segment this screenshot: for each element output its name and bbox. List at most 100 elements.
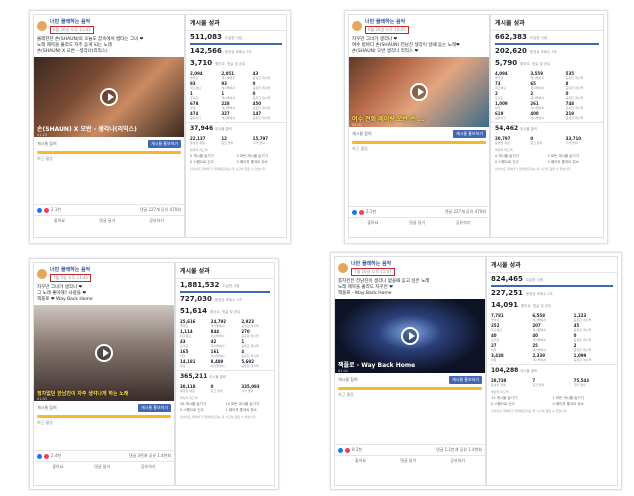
text-value: 링크 클릭 <box>210 389 223 393</box>
page-avatar[interactable] <box>37 269 47 279</box>
engagement-metric: 51,614 좋아요, 댓글 및 공유 <box>176 305 274 317</box>
reach-value: 824,465 <box>491 275 523 283</box>
text-value: 0 스팸으로 신고 <box>190 160 214 164</box>
text-value: 공유한 게시물 <box>573 348 592 352</box>
grid-cell: 2 게시물에서 <box>530 91 563 100</box>
text-value: 좋아요 <box>190 76 199 80</box>
page-name[interactable]: 너만 몰래하는 음악 <box>351 260 395 267</box>
text-value: 공유한 게시물 <box>241 344 259 348</box>
text-value: 공유한 게시물 <box>252 96 271 100</box>
text-value: 공유하기 <box>190 116 202 120</box>
reactions-row[interactable]: 2.4천 댓글 3천개 공유 1.4천회 <box>34 450 174 461</box>
grid-cell: 43 공유한 게시물 <box>253 71 282 80</box>
share-button[interactable]: 공유하기 <box>141 464 156 470</box>
screenshot-1: 너만 몰래하는 음악 6월 26일 오후 11:43 몰래한잔 손(SHAUN)… <box>29 10 291 244</box>
text-value: 동영상 재생 <box>190 141 205 145</box>
text-value: 게시물에서 <box>221 86 236 90</box>
comment-button[interactable]: 댓글 달기 <box>99 218 115 224</box>
like-button[interactable]: 좋아요 <box>52 464 63 470</box>
text-value: 37,946 <box>190 125 214 132</box>
reach-metric: 1,881,532 도달한 사람 <box>176 279 274 291</box>
reaction-count: 2.1천 <box>51 207 62 212</box>
reach-metric: 511,083 도달한 사람 <box>186 31 286 43</box>
video-thumbnail[interactable]: 정차없던 한남친이 자주 생각나게 하는 노래 01:51 <box>34 305 174 401</box>
comment-button[interactable]: 댓글 달기 <box>94 464 110 470</box>
engagement-value: 5,790 <box>495 59 518 67</box>
grid-cell: 535 공유한 게시물 <box>566 71 599 80</box>
comment-button[interactable]: 댓글 달기 <box>400 458 416 464</box>
play-icon[interactable] <box>410 83 428 101</box>
page-name[interactable]: 너만 몰래하는 음악 <box>50 18 94 25</box>
comment-button[interactable]: 댓글 달기 <box>409 220 425 226</box>
like-button[interactable]: 좋아요 <box>367 220 378 226</box>
play-icon[interactable] <box>401 327 419 345</box>
boost-post-button[interactable]: 게시물 홍보하기 <box>452 130 486 138</box>
clicks-grid: 28,738 동영상 재생 7 링크 클릭 75,543 기타 클릭 <box>487 376 617 389</box>
page-avatar[interactable] <box>37 21 47 31</box>
like-button[interactable]: 좋아요 <box>355 458 366 464</box>
post-date[interactable]: 7월 5일 오후 11:41 <box>50 274 92 282</box>
post-date[interactable]: 6월 26일 오후 11:43 <box>50 26 94 34</box>
grid-cell: 6,558 게시물에서 <box>532 313 571 322</box>
video-title: 여수 전화 에이랑 오반 손 ... <box>352 116 425 123</box>
page-avatar[interactable] <box>352 21 362 31</box>
text-value: 게시물에서 <box>532 358 547 362</box>
post-date[interactable]: 7월 16일 오후 11:47 <box>351 268 395 276</box>
clicks-total: 54,462 게시물 클릭 <box>491 122 603 134</box>
play-icon[interactable] <box>100 88 118 106</box>
play-icon[interactable] <box>95 344 113 362</box>
share-button[interactable]: 공유하기 <box>456 220 471 226</box>
text-value: 게시물에서 <box>532 328 547 332</box>
negative-feedback: 0 게시물 숨기기 0 모든 게시물 숨기기 0 스팸으로 신고 0 페이지 좋아요… <box>186 153 286 166</box>
comment-share-count[interactable]: 댓글 227개 공유 470회 <box>445 209 486 215</box>
video-thumbnail[interactable]: 손(SHAUN) X 오반 - 생각나(리믹스) 01:23 <box>34 57 184 137</box>
views-label: 동영상 조회수 3초 <box>529 50 557 54</box>
boost-row: 게시물 참여 게시물 홍보하기 <box>335 373 485 387</box>
share-button[interactable]: 공유하기 <box>450 458 465 464</box>
like-button[interactable]: 좋아요 <box>54 218 65 224</box>
like-reaction-icon <box>37 453 42 459</box>
grid-cell: 2,923 공유한 게시물 <box>241 319 270 328</box>
page-name[interactable]: 너만 몰래하는 음악 <box>50 266 91 273</box>
text-value: 게시물 클릭 <box>519 369 538 373</box>
engagement-metric: 14,091 좋아요, 댓글 및 공유 <box>487 299 617 311</box>
comment-share-count[interactable]: 댓글 1.1만개 공유 1.4천회 <box>436 447 482 453</box>
grid-cell: 40 게시물에서 <box>532 333 571 342</box>
grid-cell: 0 공유한 게시물 <box>574 333 613 342</box>
text-value: 0 모든 게시물 숨기기 <box>547 154 579 158</box>
grid-cell: 335,093 기타 클릭 <box>241 384 270 393</box>
grid-cell: 1,114 최고예요 <box>180 329 209 338</box>
grid-cell: 261 게시물에서 <box>530 101 563 110</box>
boost-post-button[interactable]: 게시물 홍보하기 <box>147 140 181 148</box>
page-name[interactable]: 너만 몰래하는 음악 <box>365 18 409 25</box>
reach-label: 도달한 사람 <box>525 278 544 282</box>
text-value: 게시물에서 <box>530 116 545 120</box>
grid-cell: 93 게시물에서 <box>221 81 250 90</box>
grid-cell: 1,223 공유한 게시물 <box>574 313 613 322</box>
love-reaction-icon <box>345 447 350 453</box>
comment-share-count[interactable]: 댓글 227개 공유 470회 <box>140 207 181 213</box>
post-card: 너만 몰래하는 음악 7월 5일 오후 11:41 자꾸만 그녀가 생각나 ❤ … <box>33 262 175 486</box>
post-date[interactable]: 6월 26일 오후 10:05 <box>365 26 409 34</box>
boost-post-button[interactable]: 게시물 홍보하기 <box>448 376 482 384</box>
video-thumbnail[interactable]: 잭플로 - Way Back Home 01:41 <box>335 299 485 373</box>
reactions-row[interactable]: 2.1천 댓글 227개 공유 470회 <box>349 206 489 217</box>
reactions-row[interactable]: 8.2천 댓글 1.1만개 공유 1.4천회 <box>335 444 485 455</box>
boost-post-button[interactable]: 게시물 홍보하기 <box>137 404 171 412</box>
reactions-row[interactable]: 2.1천 댓글 227개 공유 470회 <box>34 204 184 215</box>
text-value: 웃겨요 <box>495 96 504 100</box>
boost-row: 게시물 참여 게시물 홍보하기 <box>34 401 174 415</box>
engagement-label: 좋아요, 댓글 및 공유 <box>521 304 552 308</box>
comment-share-count[interactable]: 댓글 3천개 공유 1.4천회 <box>129 453 171 459</box>
text-value: 동영상 재생 <box>491 383 506 387</box>
page-avatar[interactable] <box>338 263 348 273</box>
text-value: 게시물에서 <box>530 106 545 110</box>
grid-cell: 25 게시물에서 <box>532 343 571 352</box>
text-value: 공유한 게시물 <box>241 334 259 338</box>
video-thumbnail[interactable]: 여수 전화 에이랑 오반 손 ... 00:31 <box>349 57 489 127</box>
text-value: 게시물에서 <box>221 96 236 100</box>
boost-text: 게시물 참여 <box>37 405 57 410</box>
share-button[interactable]: 공유하기 <box>149 218 164 224</box>
text-value: 게시물에서 <box>532 338 547 342</box>
insights-panel: 게시물 성과 662,383 도달한 사람 202,620 동영상 조회수 3초 5… <box>490 14 604 238</box>
